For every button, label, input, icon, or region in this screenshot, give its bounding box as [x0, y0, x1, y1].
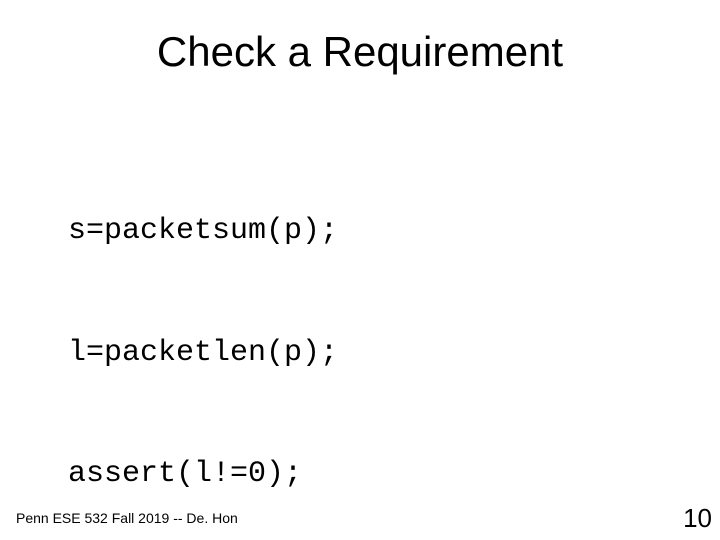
code-line: l=packetlen(p); [68, 333, 356, 374]
slide: Check a Requirement s=packetsum(p); l=pa… [0, 0, 720, 540]
slide-footer: Penn ESE 532 Fall 2019 -- De. Hon [16, 510, 238, 526]
code-block: s=packetsum(p); l=packetlen(p); assert(l… [68, 130, 356, 540]
page-number: 10 [683, 503, 712, 534]
slide-title: Check a Requirement [0, 28, 720, 76]
code-line: s=packetsum(p); [68, 211, 356, 252]
code-line: assert(l!=0); [68, 454, 356, 495]
